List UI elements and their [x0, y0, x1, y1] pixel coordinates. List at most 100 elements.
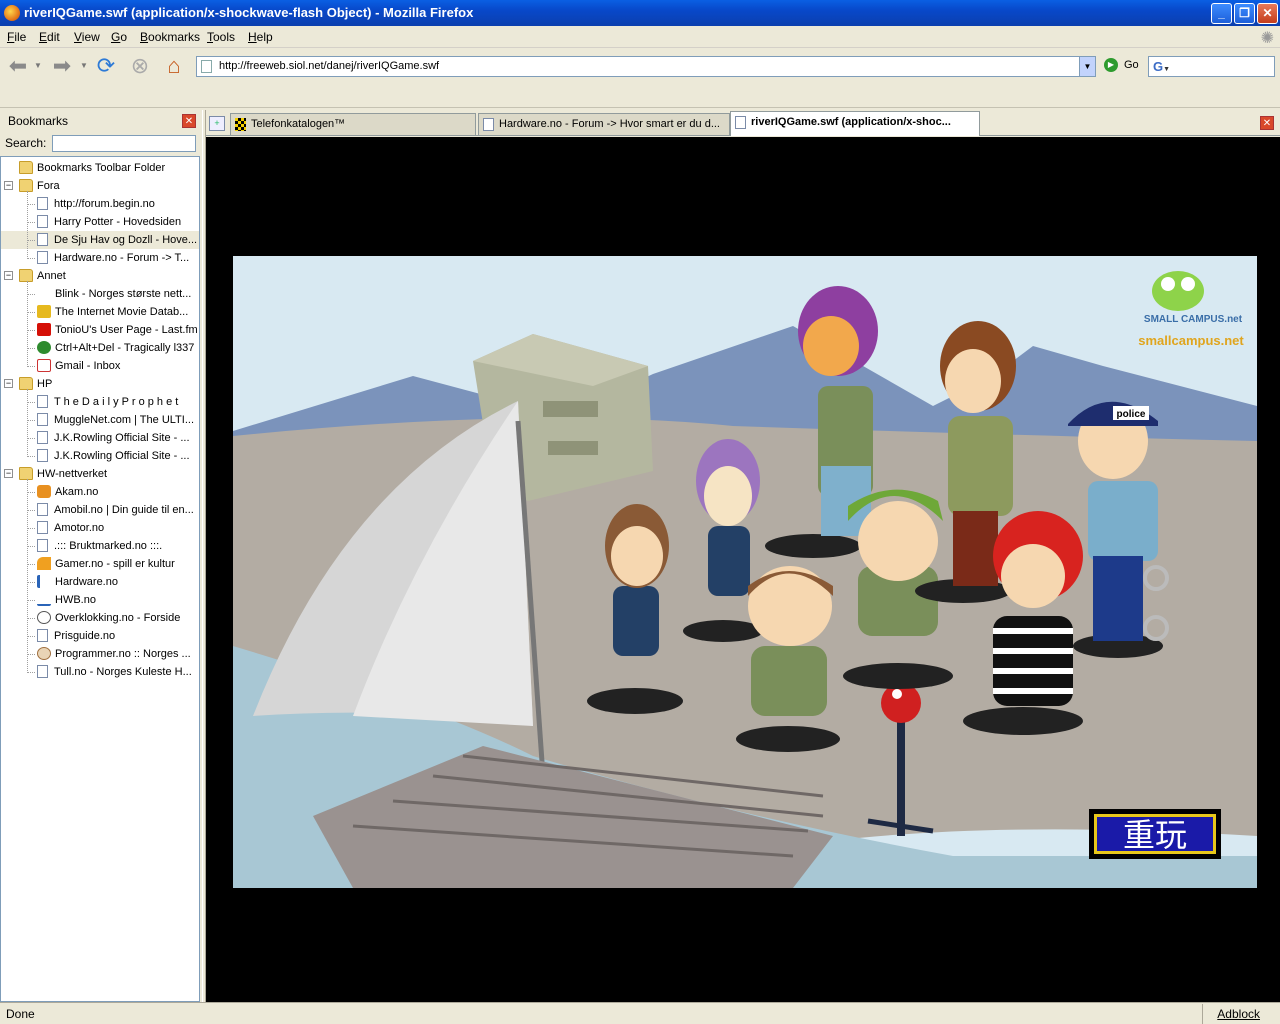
- bookmark-folder[interactable]: HP: [19, 375, 199, 393]
- forward-button[interactable]: ➡: [48, 53, 76, 79]
- menu-tools[interactable]: Tools: [207, 30, 235, 44]
- bookmark-item[interactable]: Tull.no - Norges Kuleste H...: [37, 663, 199, 681]
- menu-edit[interactable]: Edit: [39, 30, 60, 44]
- bookmark-label: Programmer.no :: Norges ...: [55, 648, 191, 660]
- close-tab-button[interactable]: ✕: [1260, 116, 1274, 130]
- bookmark-item[interactable]: J.K.Rowling Official Site - ...: [37, 429, 199, 447]
- menu-bar: File Edit View Go Bookmarks Tools Help ✺: [0, 26, 1280, 48]
- tree-connector: [27, 492, 35, 493]
- tree-connector: [27, 294, 35, 295]
- collapse-toggle[interactable]: −: [4, 379, 13, 388]
- bookmark-item[interactable]: http://forum.begin.no: [37, 195, 199, 213]
- collapse-toggle[interactable]: −: [4, 271, 13, 280]
- river-iq-game-scene: police SMALL CAMPUS.net smallcampus.net: [233, 256, 1257, 888]
- bookmark-item[interactable]: T h e D a i l y P r o p h e t: [37, 393, 199, 411]
- page-icon: [37, 520, 48, 534]
- tree-connector: [27, 528, 35, 529]
- menu-view[interactable]: View: [74, 30, 100, 44]
- bookmark-item[interactable]: Ctrl+Alt+Del - Tragically l337: [37, 339, 199, 357]
- tree-connector: [27, 654, 35, 655]
- bookmark-item[interactable]: MuggleNet.com | The ULTI...: [37, 411, 199, 429]
- collapse-toggle[interactable]: −: [4, 469, 13, 478]
- minimize-button[interactable]: _: [1211, 3, 1232, 24]
- bookmark-item[interactable]: Overklokking.no - Forside: [37, 609, 199, 627]
- bookmark-folder[interactable]: Bookmarks Toolbar Folder: [19, 159, 199, 177]
- firefox-icon: [4, 5, 20, 21]
- back-dropdown-icon[interactable]: ▼: [34, 61, 42, 70]
- go-button[interactable]: ▶ Go: [1104, 58, 1139, 72]
- bookmarks-sidebar: Bookmarks ✕ Search: Bookmarks Toolbar Fo…: [0, 110, 202, 1002]
- tree-connector: [27, 366, 35, 367]
- telefonkatalogen-icon: [235, 118, 246, 131]
- bookmark-item[interactable]: Harry Potter - Hovedsiden: [37, 213, 199, 231]
- reload-button[interactable]: ⟳: [92, 53, 120, 79]
- menu-file[interactable]: File: [7, 30, 26, 44]
- bookmark-item[interactable]: Programmer.no :: Norges ...: [37, 645, 199, 663]
- tree-connector: [27, 312, 35, 313]
- bookmark-item[interactable]: Hardware.no: [37, 573, 199, 591]
- back-button[interactable]: ⬅: [4, 53, 32, 79]
- bookmark-label: http://forum.begin.no: [54, 198, 155, 210]
- tree-connector: [27, 240, 35, 241]
- bookmark-folder[interactable]: Fora: [19, 177, 199, 195]
- bookmark-item[interactable]: Amotor.no: [37, 519, 199, 537]
- bookmark-search-input[interactable]: [52, 135, 196, 152]
- cad-icon: [37, 340, 51, 354]
- akam-icon: [37, 484, 51, 498]
- stop-button[interactable]: ⊗: [126, 53, 154, 79]
- tab-label: riverIQGame.swf (application/x-shoc...: [751, 116, 951, 128]
- folder-icon: [19, 376, 33, 390]
- menu-help[interactable]: Help: [248, 30, 273, 44]
- tab-riveriqgame[interactable]: riverIQGame.swf (application/x-shoc...: [730, 111, 980, 136]
- forward-dropdown-icon[interactable]: ▼: [80, 61, 88, 70]
- bookmark-item[interactable]: .::: Bruktmarked.no :::.: [37, 537, 199, 555]
- bookmark-item[interactable]: Prisguide.no: [37, 627, 199, 645]
- bookmark-label: Gamer.no - spill er kultur: [55, 558, 175, 570]
- address-bar[interactable]: http://freeweb.siol.net/danej/riverIQGam…: [196, 56, 1096, 77]
- tab-hardware-forum[interactable]: Hardware.no - Forum -> Hvor smart er du …: [478, 113, 730, 135]
- bookmark-item[interactable]: Gamer.no - spill er kultur: [37, 555, 199, 573]
- replay-label: 重玩: [1094, 814, 1216, 854]
- bookmark-label: Blink - Norges største nett...: [55, 288, 192, 300]
- bookmark-label: HW-nettverket: [37, 468, 108, 480]
- tab-telefonkatalogen[interactable]: Telefonkatalogen™: [230, 113, 476, 135]
- bookmark-item[interactable]: HWB.no: [37, 591, 199, 609]
- bookmark-item[interactable]: Hardware.no - Forum -> T...: [37, 249, 199, 267]
- bookmark-item[interactable]: The Internet Movie Datab...: [37, 303, 199, 321]
- bookmark-folder[interactable]: HW-nettverket: [19, 465, 199, 483]
- bookmark-label: TonioU's User Page - Last.fm: [55, 324, 198, 336]
- tree-connector: [27, 479, 28, 673]
- bookmark-label: HP: [37, 378, 53, 390]
- bookmark-folder[interactable]: Annet: [19, 267, 199, 285]
- home-button[interactable]: ⌂: [160, 53, 188, 79]
- menu-go[interactable]: Go: [111, 30, 127, 44]
- collapse-toggle[interactable]: −: [4, 181, 13, 190]
- menu-bookmarks[interactable]: Bookmarks: [140, 30, 200, 44]
- page-content: police SMALL CAMPUS.net smallcampus.net …: [206, 137, 1280, 1002]
- bookmark-item[interactable]: Gmail - Inbox: [37, 357, 199, 375]
- bookmark-item[interactable]: Blink - Norges største nett...: [37, 285, 199, 303]
- adblock-button[interactable]: Adblock: [1202, 1004, 1260, 1024]
- blink-icon: [37, 286, 51, 300]
- title-bar: riverIQGame.swf (application/x-shockwave…: [0, 0, 1280, 26]
- restore-button[interactable]: ❐: [1234, 3, 1255, 24]
- bookmark-item[interactable]: J.K.Rowling Official Site - ...: [37, 447, 199, 465]
- sidebar-search: Search:: [0, 132, 202, 154]
- bookmark-label: HWB.no: [55, 594, 96, 606]
- bookmark-item[interactable]: TonioU's User Page - Last.fm: [37, 321, 199, 339]
- page-icon: [37, 664, 48, 678]
- close-sidebar-button[interactable]: ✕: [182, 114, 196, 128]
- bookmark-item[interactable]: Akam.no: [37, 483, 199, 501]
- flash-game[interactable]: police SMALL CAMPUS.net smallcampus.net …: [233, 256, 1257, 888]
- new-tab-icon[interactable]: +: [209, 116, 225, 131]
- bookmark-item[interactable]: Amobil.no | Din guide til en...: [37, 501, 199, 519]
- search-box[interactable]: G▼: [1148, 56, 1275, 77]
- page-icon: [37, 502, 48, 516]
- close-window-button[interactable]: ✕: [1257, 3, 1278, 24]
- tree-connector: [27, 191, 28, 259]
- bookmark-label: MuggleNet.com | The ULTI...: [54, 414, 195, 426]
- tab-label: Telefonkatalogen™: [251, 118, 346, 130]
- tree-connector: [27, 456, 35, 457]
- url-history-dropdown[interactable]: ▼: [1079, 57, 1095, 76]
- replay-button[interactable]: 重玩: [1089, 809, 1221, 859]
